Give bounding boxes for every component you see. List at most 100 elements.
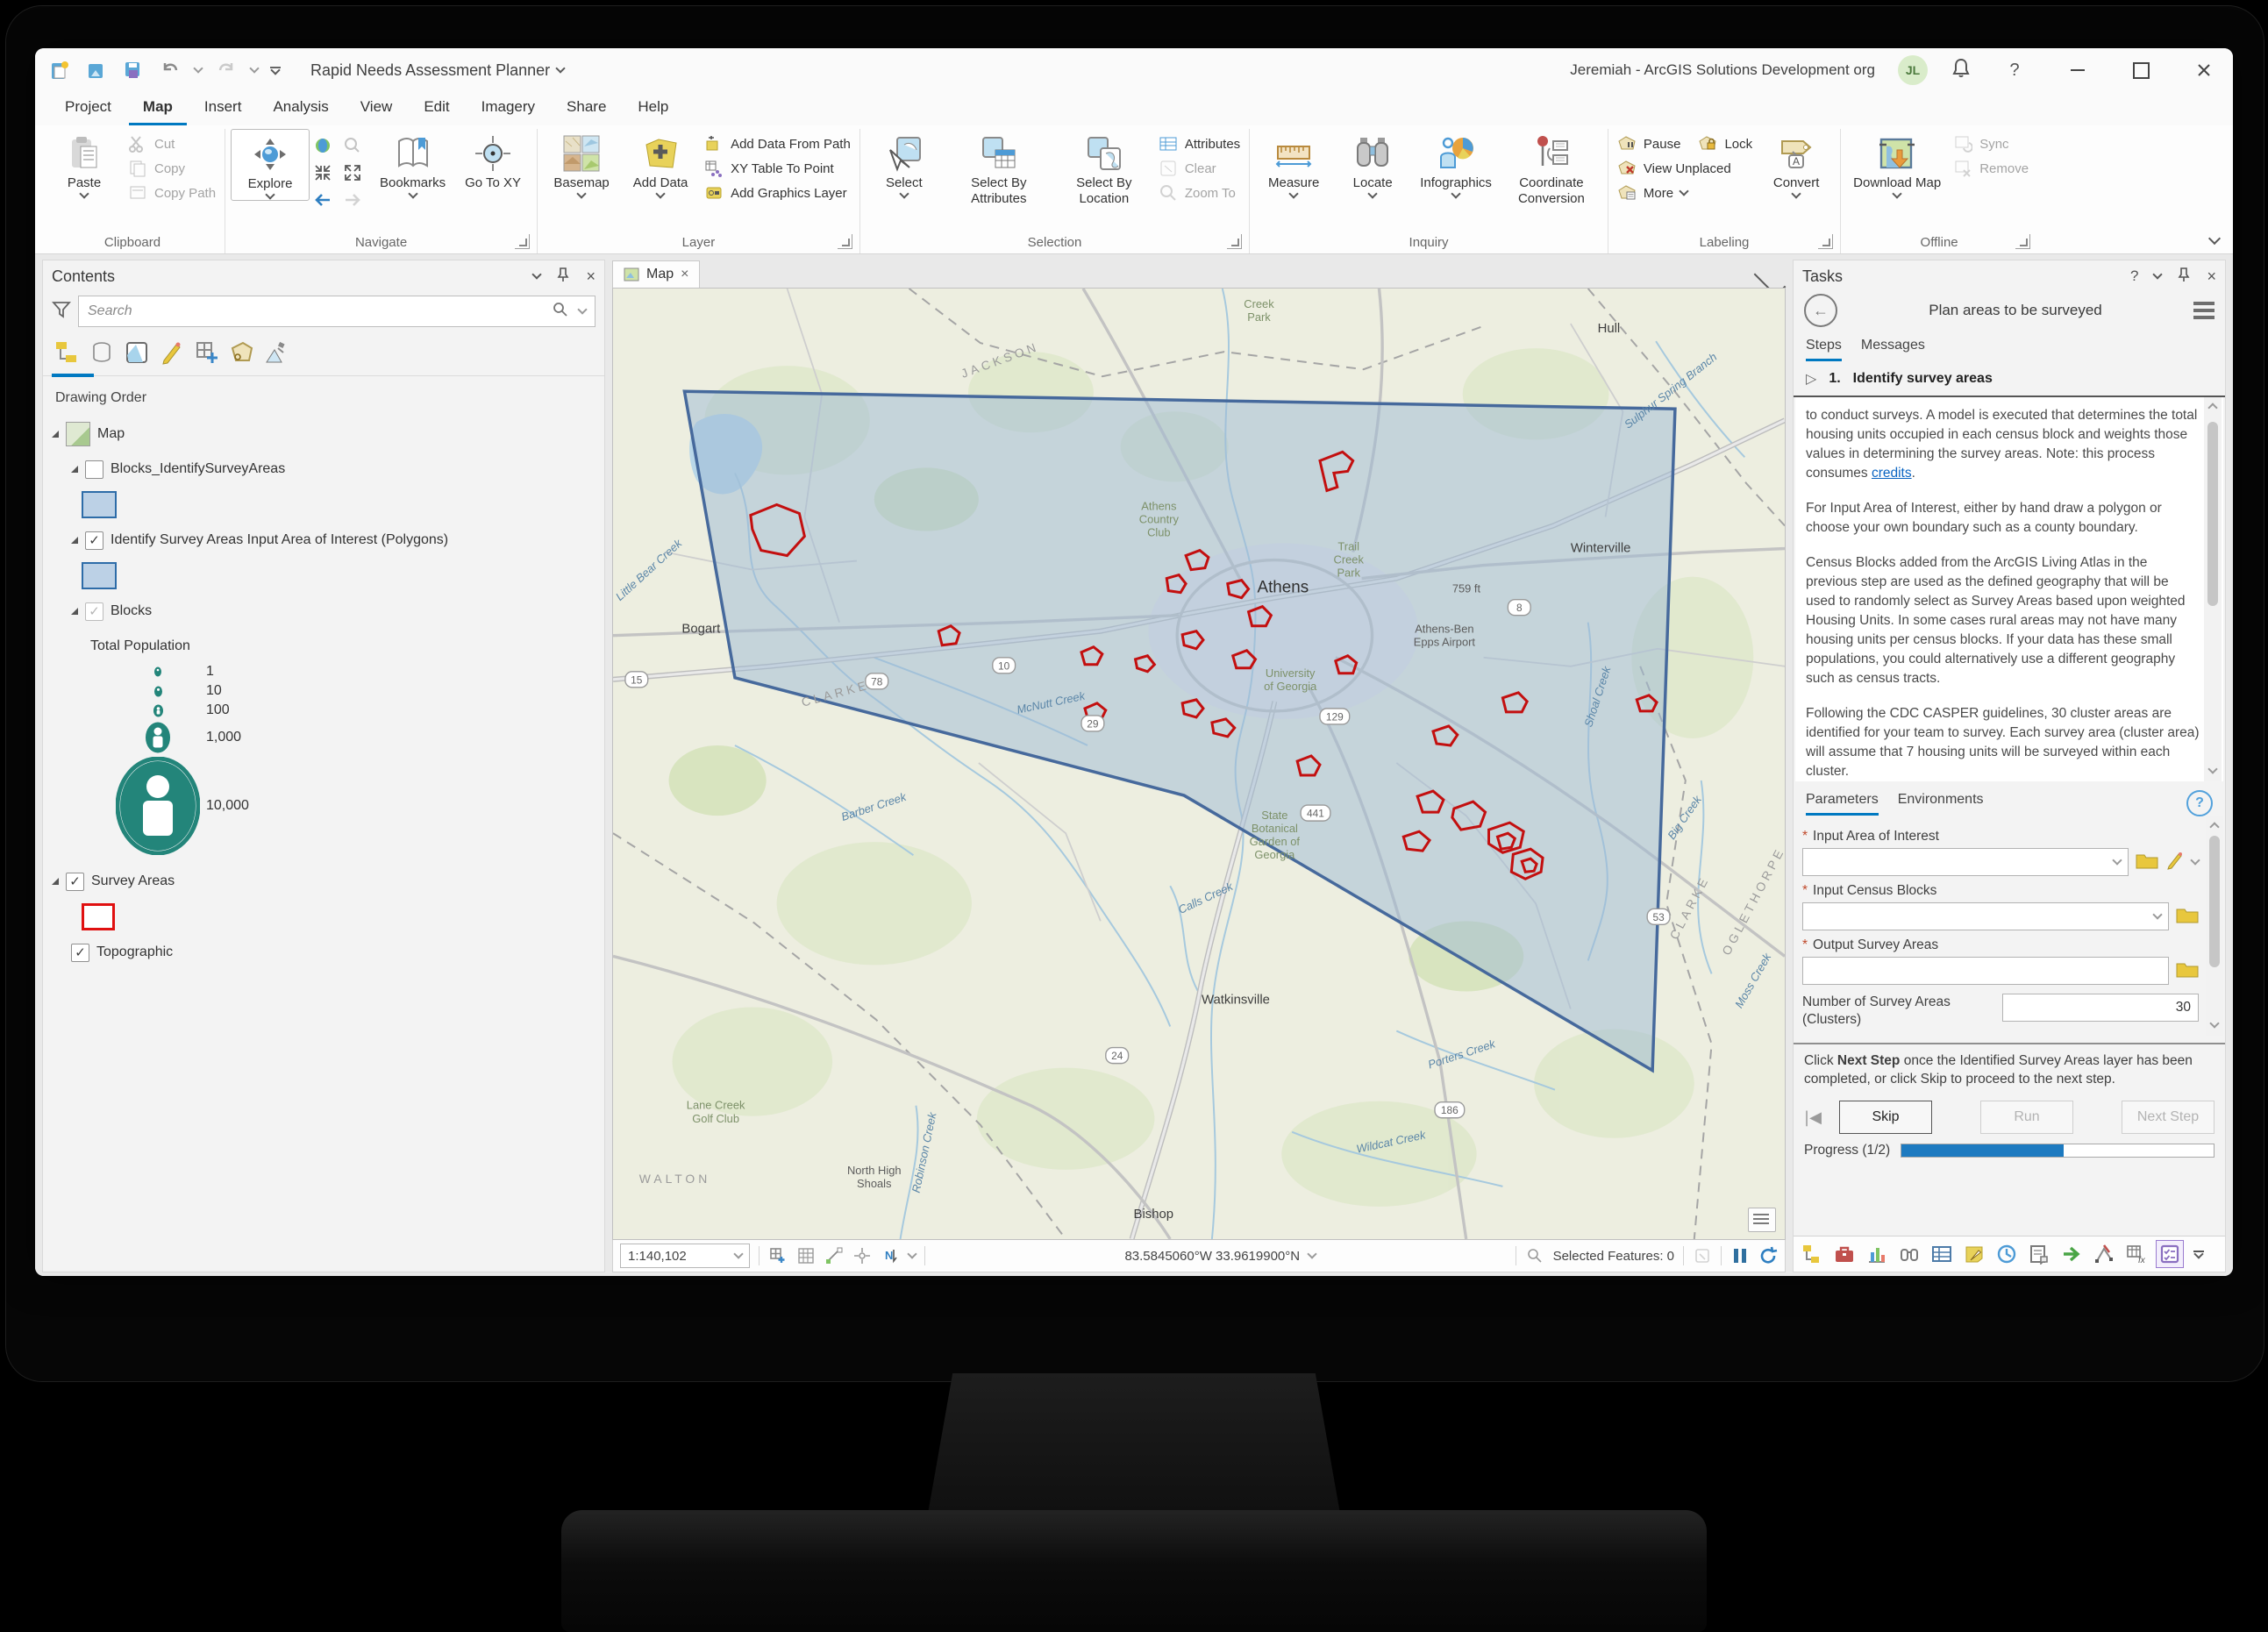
- explore-button[interactable]: Explore: [231, 129, 310, 201]
- edit-vertices-icon[interactable]: [2091, 1241, 2117, 1267]
- minimize-button[interactable]: [2058, 55, 2098, 85]
- layer-blocks-identify[interactable]: Blocks_IdentifySurveyAreas: [68, 452, 599, 487]
- coordinate-conversion-button[interactable]: Coordinate Conversion: [1501, 129, 1602, 209]
- catalog-toolbox-icon[interactable]: [1831, 1241, 1858, 1267]
- add-graphics-layer-button[interactable]: Add Graphics Layer: [704, 183, 851, 203]
- add-data-button[interactable]: Add Data: [622, 129, 699, 199]
- customize-qat-icon[interactable]: [270, 67, 281, 74]
- tab-edit[interactable]: Edit: [410, 93, 463, 125]
- download-map-button[interactable]: Download Map: [1846, 129, 1948, 199]
- crosshair-icon[interactable]: [852, 1246, 872, 1265]
- first-step-icon[interactable]: |◀: [1804, 1108, 1830, 1127]
- history-pane-icon[interactable]: [1993, 1241, 2020, 1267]
- close-tasks-icon[interactable]: ×: [2207, 267, 2216, 286]
- copy-path-button[interactable]: Copy Path: [128, 183, 216, 203]
- step-description[interactable]: to conduct surveys. A model is executed …: [1795, 397, 2223, 781]
- full-extent-icon[interactable]: [313, 136, 339, 160]
- redo-menu-chevron-icon[interactable]: [249, 63, 259, 73]
- more-panels-chevron-icon[interactable]: [2193, 1251, 2204, 1258]
- close-contents-icon[interactable]: ×: [586, 267, 596, 286]
- tab-insert[interactable]: Insert: [190, 93, 256, 125]
- north-arrow-icon[interactable]: N: [881, 1246, 900, 1265]
- layout-grid-add-icon[interactable]: [768, 1246, 788, 1265]
- avatar[interactable]: JL: [1898, 55, 1928, 85]
- browse-folder-icon[interactable]: [2136, 852, 2158, 873]
- maximize-button[interactable]: [2121, 55, 2161, 85]
- list-by-labeling-icon[interactable]: [229, 339, 255, 370]
- basemap-button[interactable]: Basemap: [543, 129, 620, 199]
- list-by-drawing-order-icon[interactable]: [53, 339, 80, 370]
- tab-steps[interactable]: Steps: [1806, 338, 1842, 361]
- parameters-help-icon[interactable]: ?: [2186, 790, 2213, 816]
- layer-checkbox[interactable]: ✓: [85, 531, 103, 550]
- notifications-bell-icon[interactable]: [1951, 57, 1972, 84]
- copy-button[interactable]: Copy: [128, 159, 216, 178]
- labeling-more-button[interactable]: More: [1617, 183, 1752, 203]
- labeling-dialog-launcher-icon[interactable]: [1818, 234, 1833, 249]
- grid-icon[interactable]: [796, 1246, 816, 1265]
- contents-pane-icon[interactable]: [1799, 1241, 1825, 1267]
- fixed-zoom-out-icon[interactable]: [343, 163, 369, 187]
- zoom-to-selection-button[interactable]: Zoom To: [1159, 183, 1240, 203]
- labeling-pause-button[interactable]: Pause: [1617, 134, 1681, 153]
- navigate-dialog-launcher-icon[interactable]: [515, 234, 530, 249]
- go-to-xy-button[interactable]: Go To XY: [454, 129, 531, 193]
- output-survey-areas-input[interactable]: [1802, 957, 2169, 985]
- draw-options-chevron-icon[interactable]: [2190, 855, 2200, 865]
- cut-button[interactable]: Cut: [128, 134, 216, 153]
- project-menu-chevron-icon[interactable]: [555, 63, 565, 73]
- search-icon[interactable]: [553, 302, 568, 322]
- list-by-editing-icon[interactable]: [159, 339, 185, 370]
- list-by-selection-icon[interactable]: [124, 339, 150, 370]
- undo-menu-chevron-icon[interactable]: [193, 63, 203, 73]
- filter-funnel-icon[interactable]: [52, 300, 71, 324]
- fixed-zoom-in-icon[interactable]: [313, 163, 339, 187]
- search-options-chevron-icon[interactable]: [577, 304, 587, 314]
- credits-link[interactable]: credits: [1872, 466, 1912, 481]
- close-button[interactable]: [2184, 55, 2224, 85]
- layer-dialog-launcher-icon[interactable]: [838, 234, 852, 249]
- zoom-to-selection-icon[interactable]: [343, 136, 369, 160]
- tab-parameters[interactable]: Parameters: [1806, 792, 1879, 816]
- measure-button[interactable]: Measure: [1255, 129, 1332, 199]
- help-icon[interactable]: ?: [1994, 55, 2035, 85]
- layer-aoi[interactable]: ✓Identify Survey Areas Input Area of Int…: [68, 523, 599, 558]
- clear-selected-icon[interactable]: [1693, 1246, 1712, 1265]
- layer-map[interactable]: Map: [48, 417, 599, 452]
- remove-button[interactable]: Remove: [1953, 159, 2029, 178]
- map-notification-icon[interactable]: [1748, 1208, 1776, 1232]
- field-calculator-icon[interactable]: fx: [2123, 1241, 2150, 1267]
- tab-map[interactable]: Map: [129, 93, 187, 125]
- offline-dialog-launcher-icon[interactable]: [2015, 234, 2030, 249]
- layer-checkbox[interactable]: ✓: [71, 944, 89, 962]
- layer-checkbox[interactable]: ✓: [66, 873, 84, 891]
- tasks-menu-chevron-icon[interactable]: [2153, 269, 2163, 279]
- close-map-tab-icon[interactable]: ×: [681, 267, 688, 282]
- input-area-of-interest-combobox[interactable]: [1802, 848, 2129, 876]
- description-scrollbar[interactable]: [2204, 397, 2222, 781]
- select-button[interactable]: Select: [866, 129, 943, 199]
- layer-blocks[interactable]: ✓Blocks: [68, 594, 599, 629]
- tasks-help-icon[interactable]: ?: [2130, 267, 2138, 285]
- sync-button[interactable]: Sync: [1953, 134, 2029, 153]
- list-by-data-source-icon[interactable]: [89, 339, 115, 370]
- contents-menu-chevron-icon[interactable]: [532, 269, 542, 279]
- attributes-button[interactable]: Attributes: [1159, 134, 1240, 153]
- clear-selection-button[interactable]: Clear: [1159, 159, 1240, 178]
- step-identify-survey-areas[interactable]: ▷ 1. Identify survey areas: [1794, 361, 2225, 397]
- parameters-scrollbar[interactable]: [2206, 816, 2223, 1036]
- aoi-swatch[interactable]: [82, 562, 117, 589]
- view-unplaced-button[interactable]: View Unplaced: [1617, 159, 1752, 178]
- selection-dialog-launcher-icon[interactable]: [1227, 234, 1242, 249]
- tasks-pane-icon[interactable]: [2156, 1240, 2184, 1268]
- selected-features-count[interactable]: Selected Features: 0: [1553, 1249, 1674, 1264]
- next-step-button[interactable]: Next Step: [2122, 1101, 2215, 1134]
- tab-analysis[interactable]: Analysis: [259, 93, 342, 125]
- next-extent-icon[interactable]: [343, 190, 369, 214]
- new-project-icon[interactable]: [47, 58, 72, 82]
- redo-icon[interactable]: [214, 58, 239, 82]
- map-canvas[interactable]: 1578102912944185324186 CreekParkJACKSONH…: [612, 288, 1786, 1240]
- tab-environments[interactable]: Environments: [1898, 792, 1984, 816]
- tab-imagery[interactable]: Imagery: [467, 93, 549, 125]
- survey-areas-swatch[interactable]: [82, 903, 115, 930]
